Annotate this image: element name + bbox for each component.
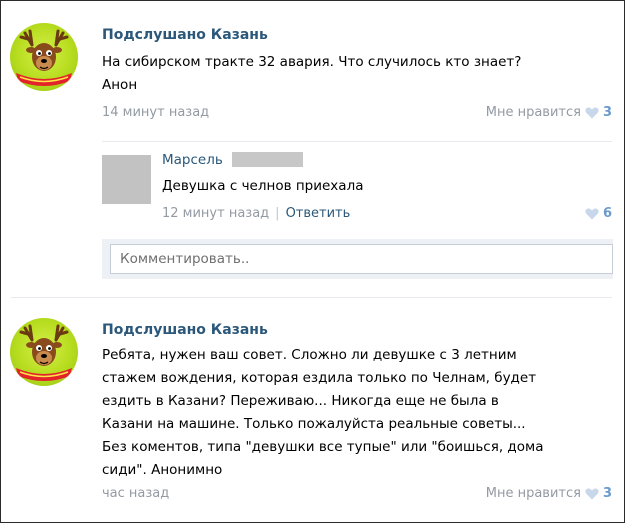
heart-icon xyxy=(585,107,599,118)
like-label: Мне нравится xyxy=(485,486,581,501)
feed-frame: Подслушано Казань На сибирском тракте 32… xyxy=(0,0,625,523)
comment-like-button[interactable]: 6 xyxy=(585,206,612,221)
deer-logo-icon xyxy=(16,29,72,86)
heart-icon xyxy=(585,488,599,499)
heart-icon xyxy=(585,208,599,219)
like-count: 3 xyxy=(602,105,612,120)
comment: Марсель Девушка с челнов приехала 12 мин… xyxy=(102,141,612,227)
group-avatar[interactable] xyxy=(10,23,78,91)
comment-meta: 12 минут назад | Ответить xyxy=(162,206,350,221)
comment-time[interactable]: 12 минут назад xyxy=(162,206,269,221)
post-text: На сибирском тракте 32 авария. Что случи… xyxy=(102,54,522,93)
redacted-surname xyxy=(232,152,303,167)
group-avatar[interactable] xyxy=(10,318,78,386)
post-time[interactable]: 14 минут назад xyxy=(102,105,209,120)
comment-like-count: 6 xyxy=(602,206,612,221)
like-button[interactable]: Мне нравится 3 xyxy=(486,486,612,501)
reply-button[interactable]: Ответить xyxy=(286,206,351,221)
comment-avatar[interactable] xyxy=(102,155,151,204)
post-text: Ребята, нужен ваш совет. Сложно ли девуш… xyxy=(102,347,544,478)
comment-author[interactable]: Марсель xyxy=(162,152,223,168)
post-divider xyxy=(11,297,612,298)
like-label: Мне нравится xyxy=(485,105,581,120)
meta-separator: | xyxy=(275,206,280,221)
post-time[interactable]: час назад xyxy=(102,486,169,501)
comment-composer xyxy=(102,239,613,279)
comment-text: Девушка с челнов приехала xyxy=(162,178,364,194)
like-button[interactable]: Мне нравится 3 xyxy=(486,105,612,120)
post-author[interactable]: Подслушано Казань xyxy=(102,322,268,338)
like-count: 3 xyxy=(602,486,612,501)
deer-logo-icon xyxy=(16,324,72,381)
comment-input[interactable] xyxy=(110,244,613,274)
post-author[interactable]: Подслушано Казань xyxy=(102,27,268,43)
